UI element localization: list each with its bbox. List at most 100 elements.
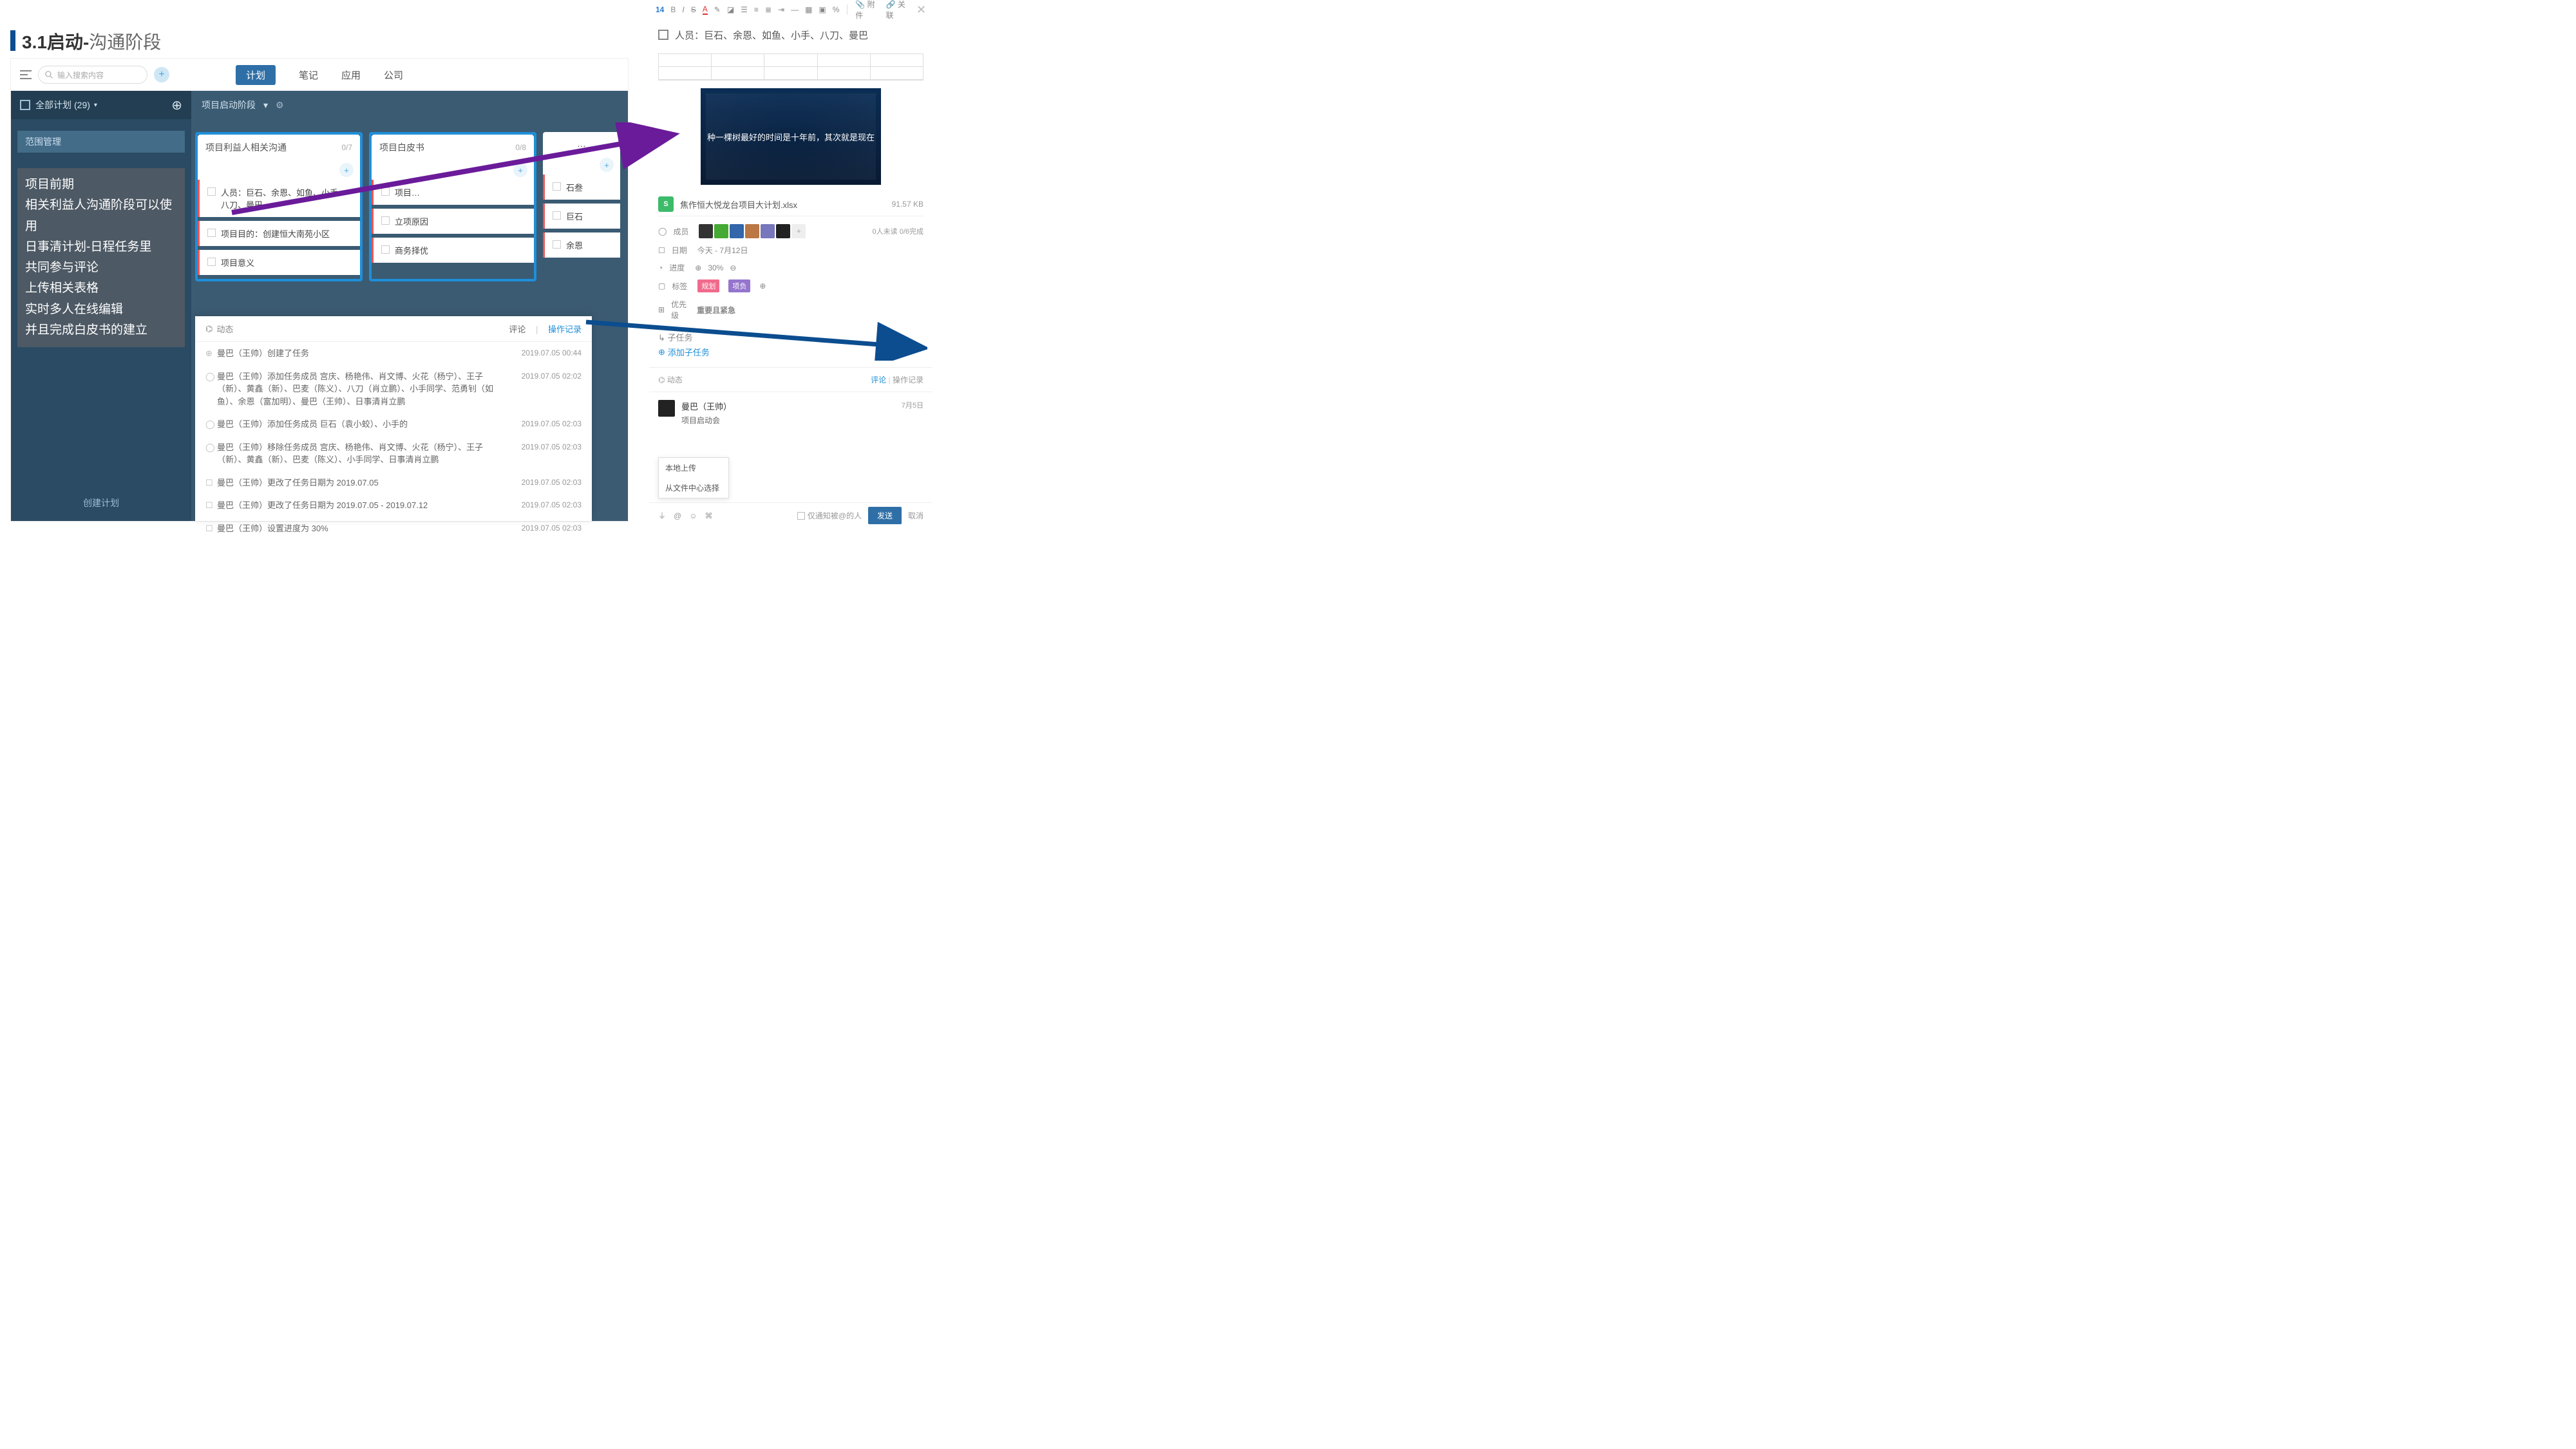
all-plans-label: 全部计划 (35, 99, 71, 111)
column-title: 项目白皮书 (379, 141, 424, 154)
member-avatars[interactable]: + (699, 224, 806, 238)
task-checkbox[interactable] (658, 30, 668, 40)
attach-icon[interactable]: ⏚ (658, 510, 666, 521)
image-icon[interactable]: ▣ (819, 5, 826, 14)
activity-title: 动态 (216, 323, 233, 335)
nav-plan[interactable]: 计划 (236, 65, 276, 85)
checkbox-icon[interactable] (553, 240, 561, 249)
kanban-card[interactable]: 巨石 (543, 204, 620, 229)
close-icon[interactable]: ✕ (916, 3, 926, 17)
checkbox-icon[interactable] (553, 211, 561, 220)
add-button[interactable]: + (154, 67, 169, 82)
sidebar-header[interactable]: 全部计划 (29) ▾ ⊕ (11, 91, 191, 119)
search-icon (45, 71, 53, 79)
font-size[interactable]: 14 (656, 5, 664, 14)
sidebar-category[interactable]: 范围管理 (17, 131, 185, 153)
add-subtask-label: 添加子任务 (668, 346, 710, 358)
nav-app[interactable]: 应用 (341, 68, 361, 82)
card-text: 巨石 (566, 210, 583, 222)
activity-log-row: ⊕曼巴（王帅）创建了任务2019.07.05 00:44 (195, 342, 592, 365)
mention-icon[interactable]: @ (674, 511, 681, 520)
minus-icon[interactable]: ⊖ (730, 263, 736, 272)
kanban-column-1[interactable]: 项目利益人相关沟通0/7 + 人员：巨石、余恩、如鱼、小手、八刀、曼巴 项目目的… (195, 132, 363, 281)
tags-row[interactable]: ▢ 标签 规划 项负 ⊕ (658, 279, 923, 292)
tab-log[interactable]: 操作记录 (548, 325, 582, 334)
eraser-icon[interactable]: ◪ (727, 5, 734, 14)
emoji-icon[interactable]: ☺ (689, 511, 697, 520)
poster-text: 种一棵树最好的时间是十年前，其次就是现在 (707, 131, 875, 143)
kanban-card[interactable]: 项目意义 (198, 250, 360, 275)
tab-comment[interactable]: 评论 (871, 375, 886, 384)
tab-log[interactable]: 操作记录 (893, 375, 923, 384)
sidebar-add-icon[interactable]: ⊕ (171, 97, 182, 113)
search-input[interactable]: 输入搜索内容 (38, 66, 147, 84)
highlight-icon[interactable]: ✎ (714, 5, 721, 14)
add-member-icon[interactable]: + (791, 224, 806, 238)
strike-icon[interactable]: S (691, 5, 696, 14)
hamburger-icon[interactable] (20, 70, 32, 79)
checkbox-icon[interactable] (381, 216, 390, 225)
attached-file[interactable]: S 焦作恒大悦龙台项目大计划.xlsx 91.57 KB (658, 193, 923, 216)
cancel-button[interactable]: 取消 (908, 510, 923, 521)
progress-row[interactable]: ◔ 进度 ⊕ 30% ⊖ (658, 262, 923, 273)
checkbox-icon[interactable] (381, 187, 390, 196)
kanban-card[interactable]: 项目目的：创建恒大南苑小区 (198, 221, 360, 246)
kanban-card[interactable]: 商务择优 (372, 238, 534, 263)
topbar: 输入搜索内容 + 计划 笔记 应用 公司 (11, 59, 628, 91)
text-color-icon[interactable]: A (703, 5, 708, 15)
italic-icon[interactable]: I (682, 5, 684, 14)
kanban-card[interactable]: 项目… (372, 180, 534, 205)
link-icon[interactable]: ⌘ (705, 511, 712, 520)
kanban-card[interactable]: 人员：巨石、余恩、如鱼、小手、八刀、曼巴 (198, 180, 360, 217)
hr-icon[interactable]: — (791, 5, 799, 14)
tag-pill[interactable]: 项负 (728, 279, 750, 292)
relate-button[interactable]: 🔗 关联 (886, 0, 910, 21)
task-title[interactable]: 人员：巨石、余恩、如鱼、小手、八刀、曼巴 (675, 28, 868, 42)
add-tag-icon[interactable]: ⊕ (759, 281, 766, 290)
checkbox-icon[interactable] (381, 245, 390, 254)
empty-table[interactable] (658, 53, 923, 80)
notify-checkbox[interactable]: 仅通知被@的人 (797, 510, 862, 521)
priority-value: 重要且紧急 (697, 305, 735, 316)
tag-pill[interactable]: 规划 (697, 279, 719, 292)
upload-local[interactable]: 本地上传 (659, 458, 728, 478)
add-card-icon[interactable]: + (339, 163, 354, 177)
create-plan-button[interactable]: 创建计划 (11, 497, 191, 509)
gear-icon[interactable]: ⚙ (276, 100, 284, 111)
ul-icon[interactable]: ≡ (754, 5, 759, 14)
checkbox-icon[interactable] (207, 258, 216, 266)
nav-note[interactable]: 笔记 (299, 68, 318, 82)
kanban-card[interactable]: 石叁 (543, 175, 620, 200)
attach-button[interactable]: 📎 附件 (855, 0, 879, 21)
link-icon[interactable]: % (833, 5, 840, 14)
add-subtask-button[interactable]: ⊕ 添加子任务 (658, 346, 923, 358)
kanban-column-3[interactable]: … + 石叁 巨石 余恩 (543, 132, 620, 281)
checkbox-icon[interactable] (553, 182, 561, 191)
checkbox-icon[interactable] (207, 187, 216, 196)
progress-value: 30% (708, 263, 723, 272)
chevron-down-icon[interactable]: ▾ (263, 100, 268, 111)
tab-comment[interactable]: 评论 (509, 325, 526, 334)
plus-icon[interactable]: ⊕ (695, 263, 701, 272)
date-row[interactable]: ☐ 日期 今天 - 7月12日 (658, 245, 923, 256)
checkbox-icon[interactable] (207, 229, 216, 237)
priority-row[interactable]: ⊞ 优先级 重要且紧急 (658, 299, 923, 321)
kanban-card[interactable]: 立项原因 (372, 209, 534, 234)
bold-icon[interactable]: B (670, 5, 676, 14)
editor-toolbar: 14 B I S A ✎ ◪ ☰ ≡ ≣ ⇥ — ▦ ▣ % 📎 附件 🔗 关联… (649, 0, 933, 19)
table-icon[interactable]: ▦ (805, 5, 812, 14)
kanban-card[interactable]: 余恩 (543, 232, 620, 258)
activity-log-row: ☐曼巴（王帅）更改了任务日期为 2019.07.05 - 2019.07.122… (195, 494, 592, 517)
ol-icon[interactable]: ☰ (741, 5, 748, 14)
annotation-text-overlay: 项目前期相关利益人沟通阶段可以使用日事清计划-日程任务里共同参与评论上传相关表格… (17, 168, 185, 347)
send-button[interactable]: 发送 (868, 507, 902, 524)
indent-icon[interactable]: ⇥ (778, 5, 784, 14)
kanban-columns: 项目利益人相关沟通0/7 + 人员：巨石、余恩、如鱼、小手、八刀、曼巴 项目目的… (195, 132, 628, 281)
nav-company[interactable]: 公司 (384, 68, 403, 82)
kanban-column-2[interactable]: 项目白皮书0/8 + 项目… 立项原因 商务择优 (369, 132, 536, 281)
add-card-icon[interactable]: + (513, 163, 527, 177)
add-card-icon[interactable]: + (600, 158, 614, 172)
align-icon[interactable]: ≣ (765, 5, 772, 14)
upload-center[interactable]: 从文件中心选择 (659, 478, 728, 498)
board-title[interactable]: 项目启动阶段 (202, 99, 256, 111)
